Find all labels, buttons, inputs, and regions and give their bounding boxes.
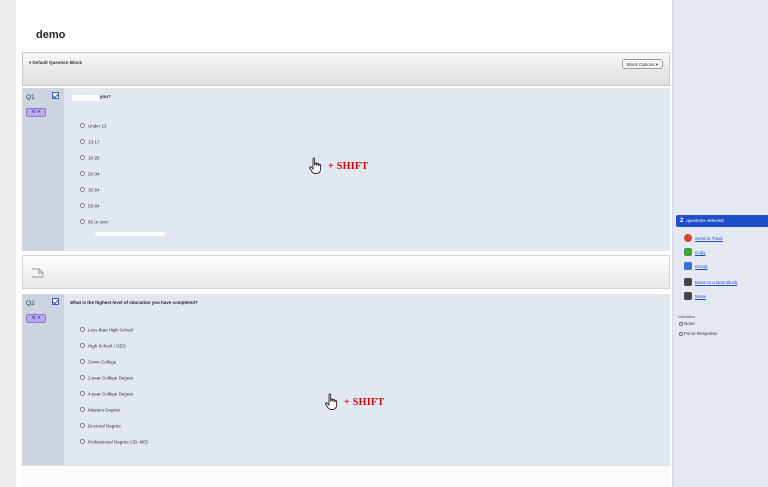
block-title[interactable]: ▾ Default Question Block (29, 60, 82, 66)
group-action[interactable]: Group (684, 262, 708, 270)
question-select-checkbox[interactable] (52, 92, 59, 99)
radio-button[interactable] (80, 123, 85, 129)
shift-annotation: + SHIFT (324, 393, 384, 411)
block-options-button[interactable]: Block Options ▾ (621, 59, 663, 69)
radio-button[interactable] (80, 139, 85, 145)
radio-button[interactable] (80, 391, 85, 397)
redacted-bar (95, 232, 165, 236)
radio-button[interactable] (679, 321, 683, 326)
choice-row[interactable]: 65 or over (80, 219, 108, 225)
question-text[interactable]: What is the highest level of education y… (70, 300, 198, 305)
question-select-checkbox[interactable] (52, 298, 59, 305)
radio-button[interactable] (80, 187, 85, 193)
survey-editor: demo ▾ Default Question Block Block Opti… (16, 0, 672, 487)
radio-button[interactable] (80, 407, 85, 413)
shift-label: + SHIFT (328, 160, 369, 172)
shift-label: + SHIFT (344, 396, 385, 408)
move-icon (684, 292, 692, 300)
selection-header: 2 questions selected (676, 215, 768, 227)
question-number: Q1 (26, 94, 35, 101)
validation-label: Validation (678, 314, 696, 319)
choice-row[interactable]: 26-34 (80, 171, 100, 177)
page-break-icon (32, 268, 44, 278)
move-block-icon (684, 278, 692, 286)
radio-button[interactable] (80, 343, 85, 349)
question-q2[interactable]: Q2 ⚙ ▾ What is the highest level of educ… (22, 294, 670, 465)
choice-row[interactable]: Less than High School (80, 327, 133, 333)
radio-button[interactable] (80, 203, 85, 209)
radio-button[interactable] (80, 359, 85, 365)
copy-icon (684, 248, 692, 256)
hand-cursor-icon (309, 157, 322, 174)
survey-title: demo (36, 29, 66, 41)
left-margin (0, 0, 16, 487)
radio-button[interactable] (80, 155, 85, 161)
radio-button[interactable] (679, 331, 683, 336)
move-to-new-block-action[interactable]: Move to a New Block (684, 278, 737, 286)
choice-row[interactable]: High School / GED (80, 343, 126, 349)
shift-annotation: + SHIFT (308, 157, 368, 175)
radio-button[interactable] (80, 327, 85, 333)
copy-action[interactable]: Copy (684, 248, 706, 256)
choice-row[interactable]: 4-year College Degree (80, 391, 133, 397)
radio-button[interactable] (80, 171, 85, 177)
block-header[interactable]: ▾ Default Question Block Block Options ▾ (22, 52, 670, 86)
choice-row[interactable]: Some College (80, 359, 116, 365)
redacted-text (72, 95, 99, 101)
validation-option-none[interactable]: None (679, 321, 695, 326)
validation-option-force-response[interactable]: Force Response (679, 331, 717, 336)
hand-cursor-icon (325, 393, 338, 410)
choice-row[interactable]: 18-25 (80, 155, 100, 161)
choice-row[interactable]: 35-54 (80, 187, 100, 193)
choice-row[interactable]: Doctoral Degree (80, 423, 121, 429)
choice-row[interactable]: Masters Degree (80, 407, 120, 413)
page-break-divider (22, 255, 670, 289)
right-sidebar (672, 0, 768, 487)
trash-icon (684, 234, 692, 242)
question-gear-button[interactable]: ⚙ ▾ (26, 314, 46, 323)
choice-row[interactable]: 2-year College Degree (80, 375, 133, 381)
choice-row[interactable]: 55-64 (80, 203, 100, 209)
choice-row[interactable]: 13-17 (80, 139, 100, 145)
send-to-trash-action[interactable]: Send to Trash (684, 234, 723, 242)
question-gear-button[interactable]: ⚙ ▾ (26, 108, 46, 117)
next-block-area (22, 465, 670, 487)
question-number: Q2 (26, 300, 35, 307)
radio-button[interactable] (80, 439, 85, 445)
choice-row[interactable]: Professional Degree (JD, MD) (80, 439, 148, 445)
choice-row[interactable]: Under 13 (80, 123, 107, 129)
radio-button[interactable] (80, 219, 85, 225)
radio-button[interactable] (80, 423, 85, 429)
selection-count: 2 (680, 218, 684, 224)
radio-button[interactable] (80, 375, 85, 381)
move-action[interactable]: Move (684, 292, 706, 300)
group-icon (684, 262, 692, 270)
